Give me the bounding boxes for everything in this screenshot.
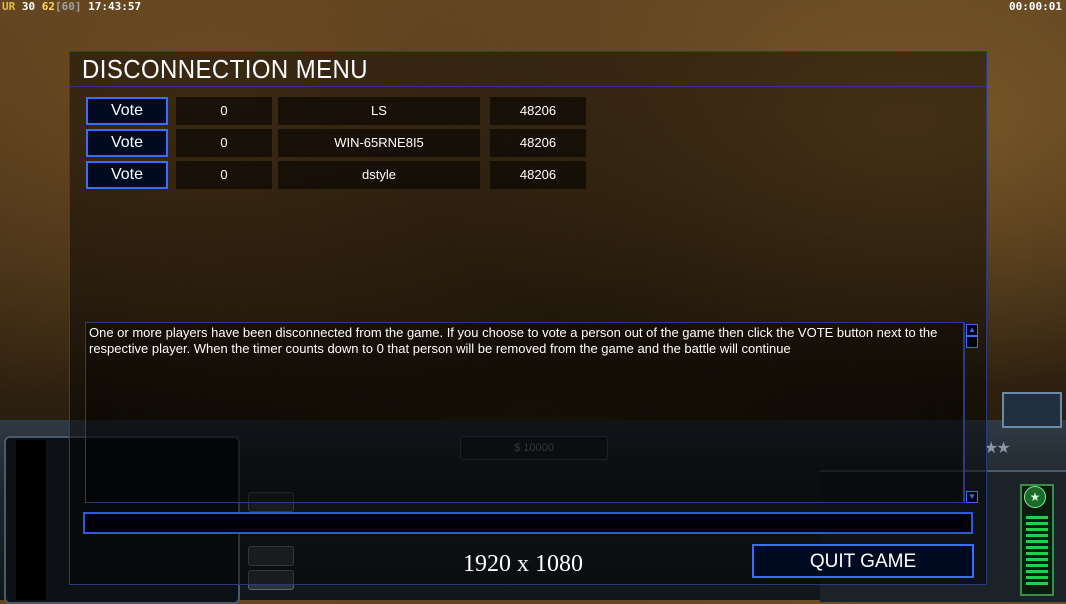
chat-input[interactable] <box>83 512 973 534</box>
rank-stars-icon: ★★ <box>984 440 1011 457</box>
general-badge-icon: ★ <box>1024 486 1046 508</box>
vote-count: 0 <box>176 97 272 125</box>
portrait-strip <box>16 440 46 600</box>
fps-value: 62 <box>41 0 55 13</box>
hud-stats: UR 30 62[60] 17:43:57 <box>2 0 141 13</box>
vote-button[interactable]: Vote <box>86 97 168 125</box>
player-name: dstyle <box>278 161 480 189</box>
scroll-thumb[interactable] <box>966 336 978 348</box>
player-port: 48206 <box>490 161 586 189</box>
dialog-title: DISCONNECTION MENU <box>82 54 369 84</box>
fps-cap: [60] <box>55 0 82 13</box>
scroll-down-icon[interactable]: ▼ <box>966 491 978 503</box>
message-scrollbar[interactable]: ▲ ▼ <box>963 322 978 503</box>
title-divider <box>70 86 986 87</box>
disconnect-message: One or more players have been disconnect… <box>89 325 938 356</box>
scroll-up-icon[interactable]: ▲ <box>966 324 978 336</box>
vote-button[interactable]: Vote <box>86 129 168 157</box>
vote-button[interactable]: Vote <box>86 161 168 189</box>
resolution-label: 1920 x 1080 <box>463 551 583 577</box>
player-name: LS <box>278 97 480 125</box>
clock: 17:43:57 <box>88 0 142 13</box>
message-box: One or more players have been disconnect… <box>85 322 965 503</box>
player-name: WIN-65RNE8I5 <box>278 129 480 157</box>
player-port: 48206 <box>490 97 586 125</box>
vote-count: 0 <box>176 129 272 157</box>
quit-game-button[interactable]: QUIT GAME <box>752 544 974 578</box>
disconnection-dialog: DISCONNECTION MENU Vote 0 LS 48206 Vote … <box>69 51 987 585</box>
ur-value: 30 <box>21 0 36 13</box>
ur-label: UR <box>2 0 16 13</box>
player-port: 48206 <box>490 129 586 157</box>
vote-count: 0 <box>176 161 272 189</box>
satellite-icon <box>1002 392 1062 428</box>
game-timer: 00:00:01 <box>1009 0 1062 13</box>
